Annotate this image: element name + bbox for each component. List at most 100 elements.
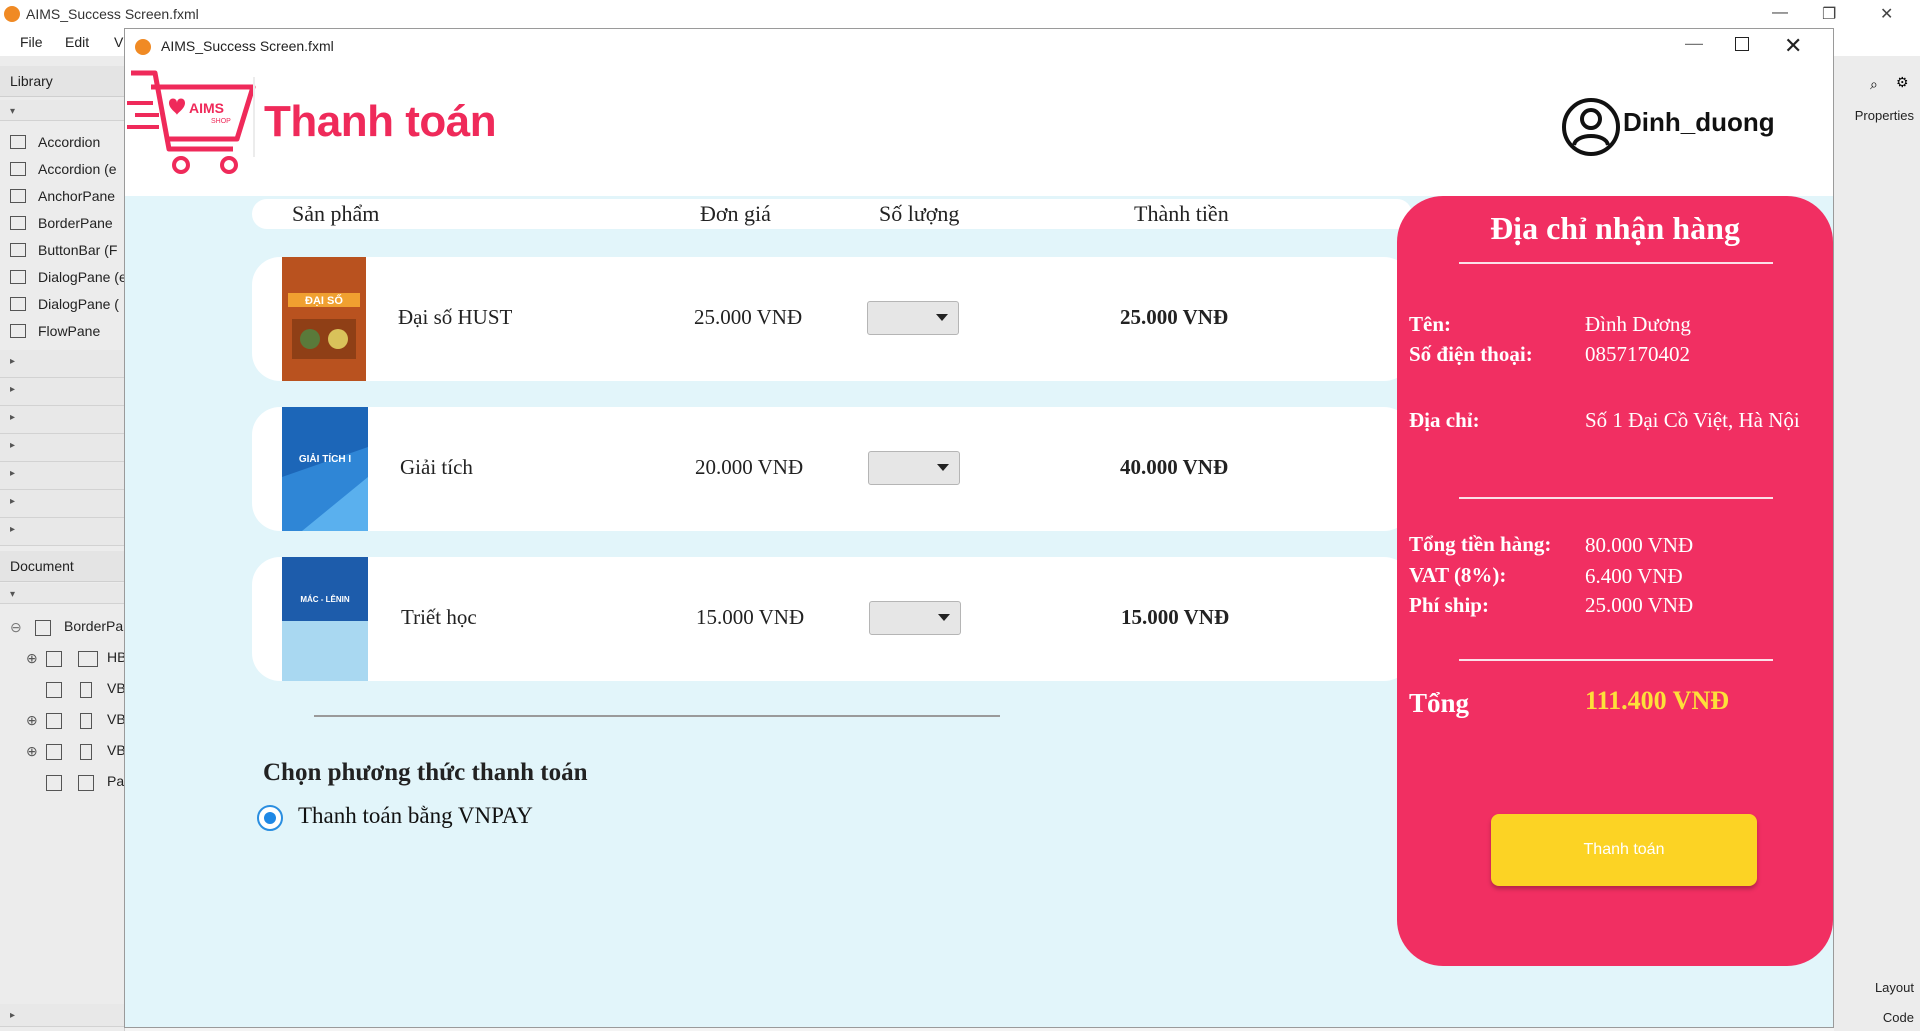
table-row: GIẢI TÍCH I Giải tích 20.000 VNĐ 40.000 … bbox=[252, 407, 1412, 531]
close-icon[interactable]: ✕ bbox=[1784, 33, 1802, 59]
vat-value: 6.400 VNĐ bbox=[1585, 564, 1683, 588]
shipping-summary-panel: Địa chỉ nhận hàng Tên: Đình Dương Số điệ… bbox=[1397, 196, 1833, 966]
radio-selected-dot bbox=[264, 812, 276, 824]
grand-total-label: Tổng bbox=[1409, 688, 1470, 718]
logo-divider bbox=[253, 77, 255, 157]
vnpay-option-label[interactable]: Thanh toán bằng VNPAY bbox=[298, 803, 533, 829]
library-item[interactable]: BorderPane bbox=[0, 211, 124, 237]
minimize-icon[interactable]: — bbox=[1772, 4, 1788, 22]
vbox-icon bbox=[80, 744, 92, 760]
tree-item[interactable]: ⊕ bbox=[26, 650, 38, 667]
borderpane-icon bbox=[10, 216, 26, 230]
library-item[interactable]: Accordion bbox=[0, 130, 124, 156]
library-section-collapsed[interactable]: ▸ bbox=[0, 378, 124, 406]
shipping-fee-label: Phí ship: bbox=[1409, 593, 1489, 617]
svg-text:MÁC - LÊNIN: MÁC - LÊNIN bbox=[300, 595, 350, 604]
username[interactable]: Dinh_duong bbox=[1623, 107, 1775, 138]
document-section-toggle[interactable]: ▾ bbox=[0, 583, 124, 604]
vbox-icon bbox=[80, 713, 92, 729]
chevron-down-icon bbox=[936, 314, 948, 321]
goods-total-label: Tổng tiền hàng: bbox=[1409, 532, 1552, 556]
quantity-select[interactable] bbox=[869, 601, 961, 635]
page-title: Thanh toán bbox=[264, 97, 497, 146]
triangle-right-icon: ▸ bbox=[10, 412, 16, 423]
tree-item-label[interactable]: VB bbox=[107, 742, 126, 758]
library-section-collapsed[interactable]: ▸ bbox=[0, 434, 124, 462]
expand-icon: ⊕ bbox=[26, 650, 38, 666]
product-name: Triết học bbox=[401, 605, 477, 629]
app-icon bbox=[135, 39, 151, 55]
library-section-collapsed[interactable]: ▸ bbox=[0, 490, 124, 518]
hbox-icon bbox=[78, 651, 98, 667]
document-pane-header[interactable]: Document bbox=[0, 551, 124, 582]
menu-view[interactable]: V bbox=[114, 34, 123, 50]
menu-file[interactable]: File bbox=[20, 34, 43, 50]
layout-tab[interactable]: Layout bbox=[1875, 980, 1914, 995]
library-item[interactable]: AnchorPane bbox=[0, 184, 124, 210]
tree-item-label[interactable]: VB bbox=[107, 680, 126, 696]
tree-item[interactable]: ⊖ bbox=[10, 619, 22, 636]
buttonbar-icon bbox=[10, 243, 26, 257]
tree-item-label[interactable]: BorderPa bbox=[64, 618, 123, 634]
library-section-collapsed[interactable]: ▸ bbox=[0, 462, 124, 490]
maximize-icon[interactable] bbox=[1735, 37, 1749, 51]
library-pane-header[interactable]: Library bbox=[0, 66, 124, 97]
tree-item[interactable]: ⊕ bbox=[26, 743, 38, 760]
dialogpane-icon bbox=[10, 270, 26, 284]
grand-total-value: 111.400 VNĐ bbox=[1585, 686, 1729, 715]
product-name: Giải tích bbox=[400, 455, 473, 479]
library-item[interactable]: DialogPane ( bbox=[0, 292, 124, 318]
library-item[interactable]: DialogPane (e bbox=[0, 265, 127, 291]
library-label: Library bbox=[10, 73, 53, 89]
tree-item-label[interactable]: VB bbox=[107, 711, 126, 727]
triangle-right-icon: ▸ bbox=[10, 524, 16, 535]
node-icon bbox=[46, 651, 62, 667]
restore-icon[interactable]: ❐ bbox=[1822, 4, 1836, 24]
minimize-icon[interactable]: — bbox=[1685, 33, 1703, 54]
library-section-collapsed[interactable]: ▸ bbox=[0, 518, 124, 546]
triangle-right-icon: ▸ bbox=[10, 1010, 16, 1021]
pay-button[interactable]: Thanh toán bbox=[1491, 814, 1757, 886]
unit-price: 25.000 VNĐ bbox=[694, 305, 803, 329]
node-icon bbox=[46, 775, 62, 791]
summary-divider bbox=[1459, 497, 1773, 499]
library-section-collapsed[interactable]: ▸ bbox=[0, 406, 124, 434]
expand-icon: ⊕ bbox=[26, 712, 38, 728]
quantity-select[interactable] bbox=[868, 451, 960, 485]
library-item[interactable]: Accordion (e bbox=[0, 157, 124, 183]
scene-builder-logo-icon bbox=[4, 6, 20, 22]
triangle-right-icon: ▸ bbox=[10, 468, 16, 479]
accordion-icon bbox=[10, 162, 26, 176]
code-tab[interactable]: Code bbox=[1883, 1010, 1914, 1025]
quantity-select[interactable] bbox=[867, 301, 959, 335]
close-icon[interactable]: ✕ bbox=[1880, 4, 1893, 24]
library-section-collapsed[interactable]: ▸ bbox=[0, 350, 124, 378]
svg-text:GIẢI TÍCH I: GIẢI TÍCH I bbox=[299, 452, 351, 465]
vnpay-radio[interactable] bbox=[257, 805, 283, 831]
gear-icon[interactable]: ⚙ bbox=[1896, 74, 1909, 91]
search-icon[interactable]: ⌕ bbox=[1870, 76, 1878, 93]
chevron-down-icon bbox=[938, 614, 950, 621]
product-name: Đại số HUST bbox=[398, 305, 513, 329]
background-left-panel: Library ▾ Accordion Accordion (e AnchorP… bbox=[0, 56, 127, 1031]
summary-divider bbox=[1459, 659, 1773, 661]
svg-text:AIMS: AIMS bbox=[189, 100, 224, 116]
tree-item-label[interactable]: Pa bbox=[107, 773, 124, 789]
library-item[interactable]: ButtonBar (F bbox=[0, 238, 124, 264]
properties-tab[interactable]: Properties bbox=[1855, 108, 1914, 123]
phone-label: Số điện thoại: bbox=[1409, 342, 1533, 366]
triangle-down-icon: ▾ bbox=[10, 589, 16, 600]
menu-edit[interactable]: Edit bbox=[65, 34, 89, 50]
borderpane-icon bbox=[35, 620, 51, 636]
tree-item[interactable]: ⊕ bbox=[26, 712, 38, 729]
bottom-section-collapsed[interactable]: ▸ bbox=[0, 1004, 124, 1027]
library-section-toggle[interactable]: ▾ bbox=[0, 100, 124, 121]
summary-title: Địa chỉ nhận hàng bbox=[1490, 210, 1740, 246]
library-item[interactable]: FlowPane bbox=[0, 319, 124, 345]
table-row: ĐẠI SỐ Đại số HUST 25.000 VNĐ 25.000 VNĐ bbox=[252, 257, 1412, 381]
payment-method-title: Chọn phương thức thanh toán bbox=[263, 759, 588, 786]
background-window-title: AIMS_Success Screen.fxml bbox=[26, 6, 199, 22]
anchorpane-icon bbox=[10, 189, 26, 203]
vat-label: VAT (8%): bbox=[1409, 563, 1507, 587]
user-avatar-icon[interactable] bbox=[1561, 97, 1621, 157]
